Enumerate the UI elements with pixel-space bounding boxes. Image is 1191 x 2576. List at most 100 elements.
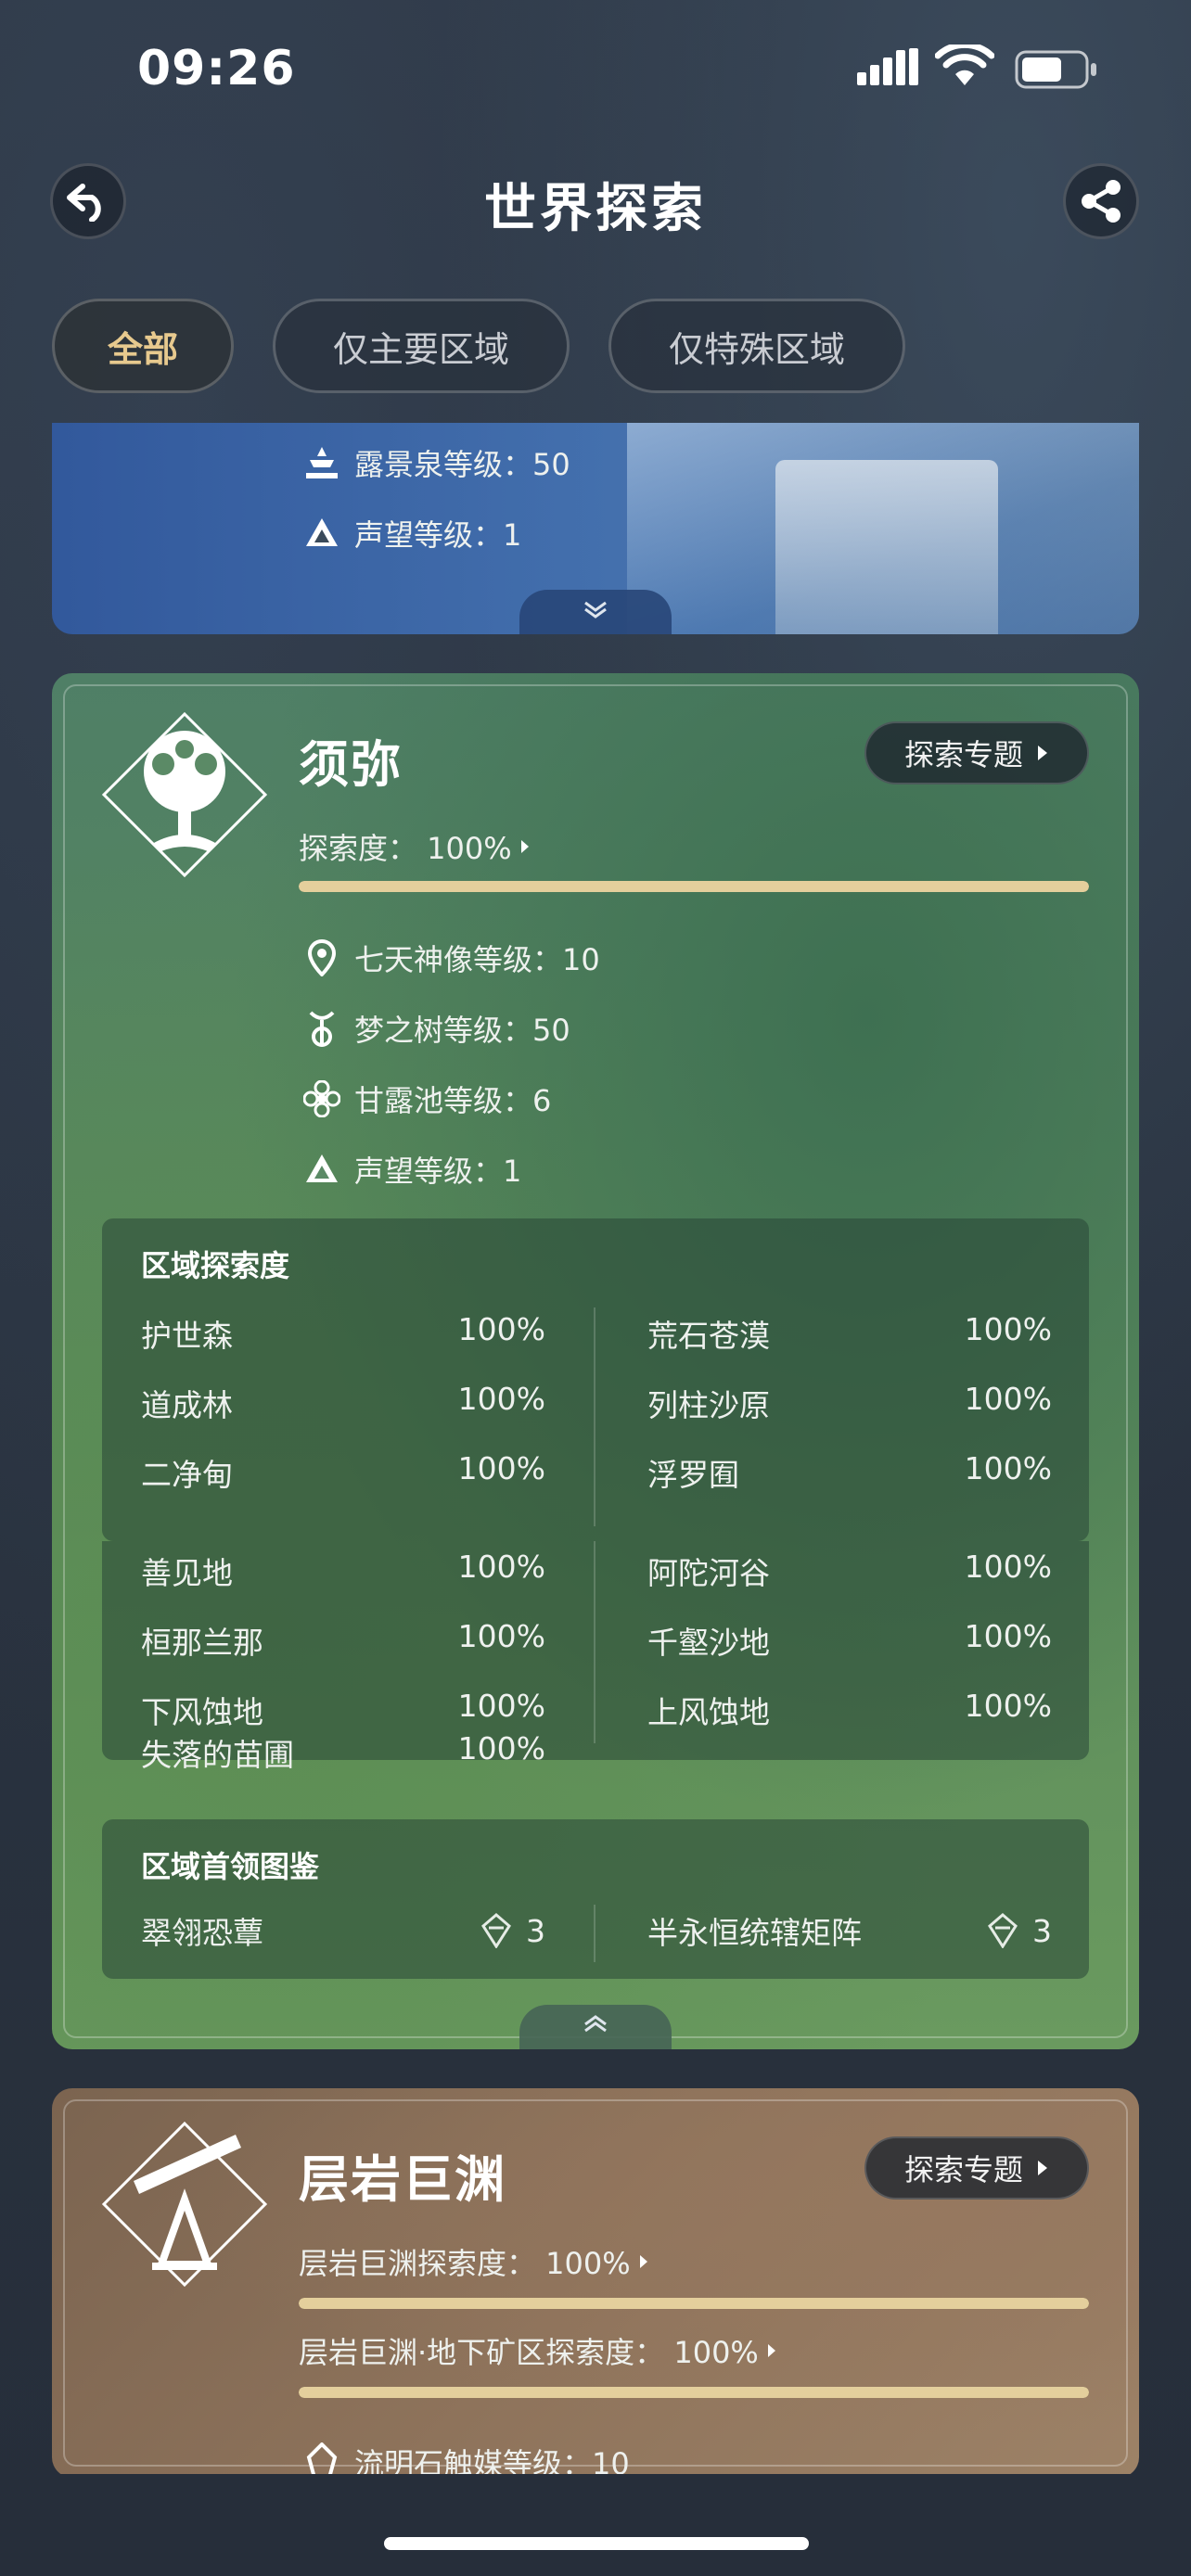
stat-row: 梦之树等级：50 xyxy=(302,1007,570,1050)
exploration-link[interactable]: 探索度： 100% xyxy=(299,825,531,868)
boss-row[interactable]: 半永恒统辖矩阵 3 xyxy=(647,1908,1052,1953)
area-percent: 100% xyxy=(457,1549,545,1585)
tree-of-dreams-icon xyxy=(302,1009,341,1048)
stat-row: 露景泉等级：50 xyxy=(302,441,570,484)
boss-name: 翠翎恐蕈 xyxy=(141,1915,263,1951)
stat-row: 流明石触媒等级：10 xyxy=(302,2441,630,2478)
area-row: 上风蚀地 100% xyxy=(647,1688,1052,1732)
area-name: 荒石苍漠 xyxy=(647,1318,770,1354)
area-name: 下风蚀地 xyxy=(141,1694,263,1730)
chevron-right-icon xyxy=(639,2255,647,2268)
area-percent: 100% xyxy=(457,1730,545,1766)
boss-trophy-icon xyxy=(988,1913,1018,1948)
underground-exploration-link[interactable]: 层岩巨渊·地下矿区探索度： 100% xyxy=(299,2329,777,2372)
boss-name: 半永恒统辖矩阵 xyxy=(647,1915,862,1951)
region-name: 须弥 xyxy=(299,735,403,794)
battery-icon xyxy=(1015,50,1096,89)
stat-label: 声望等级：1 xyxy=(354,517,522,553)
reputation-icon xyxy=(302,514,341,553)
stat-label: 露景泉等级：50 xyxy=(354,447,570,482)
area-row: 荒石苍漠 100% xyxy=(647,1311,1052,1356)
tab-main-regions[interactable]: 仅主要区域 xyxy=(273,299,570,393)
exploration-label: 层岩巨渊探索度： 100% xyxy=(299,2246,631,2281)
underground-progress-bar xyxy=(299,2387,1089,2398)
exploration-label: 层岩巨渊·地下矿区探索度： 100% xyxy=(299,2335,759,2370)
underground-progress-fill xyxy=(299,2387,1089,2398)
region-name: 层岩巨渊 xyxy=(299,2150,506,2209)
area-name: 列柱沙原 xyxy=(647,1387,770,1423)
stat-label: 甘露池等级：6 xyxy=(354,1083,552,1118)
exploration-progress-bar xyxy=(299,2298,1089,2309)
area-row: 桓那兰那 100% xyxy=(141,1618,545,1663)
area-name: 上风蚀地 xyxy=(647,1694,770,1730)
region-card-sumeru: 须弥 探索专题 探索度： 100% 七天神像等级：10 梦之树等级：50 甘露池… xyxy=(52,673,1139,2049)
area-row: 失落的苗圃 100% xyxy=(141,1730,545,1775)
area-exploration-panel-cont: 善见地 100% 桓那兰那 100% 下风蚀地 100% 阿陀河谷 100% 千壑沙地 1… xyxy=(102,1541,1089,1760)
area-percent: 100% xyxy=(964,1381,1052,1417)
area-row: 下风蚀地 100% xyxy=(141,1688,545,1732)
chevron-right-icon xyxy=(1038,746,1047,760)
exploration-progress-fill xyxy=(299,881,1089,892)
tab-all[interactable]: 全部 xyxy=(52,299,234,393)
status-time: 09:26 xyxy=(137,41,296,96)
region-card-previous: 露景泉等级：50 声望等级：1 xyxy=(52,423,1139,634)
stat-row: 声望等级：1 xyxy=(302,1148,521,1191)
chasm-emblem-icon xyxy=(101,2121,268,2288)
stat-label: 七天神像等级：10 xyxy=(354,942,600,977)
stat-label: 声望等级：1 xyxy=(354,1154,522,1189)
area-name: 桓那兰那 xyxy=(141,1625,263,1661)
topic-button-label: 探索专题 xyxy=(903,2152,1023,2187)
chevron-up-icon xyxy=(584,2015,607,2033)
stat-row: 声望等级：1 xyxy=(302,512,521,555)
area-name: 阿陀河谷 xyxy=(647,1555,770,1591)
area-percent: 100% xyxy=(964,1618,1052,1654)
exploration-progress-bar xyxy=(299,881,1089,892)
exploration-progress-fill xyxy=(299,2298,1089,2309)
bottom-safe-area xyxy=(0,2474,1191,2576)
region-card-chasm: 层岩巨渊 探索专题 层岩巨渊探索度： 100% 层岩巨渊·地下矿区探索度： 10… xyxy=(52,2088,1139,2478)
exploration-link[interactable]: 层岩巨渊探索度： 100% xyxy=(299,2240,649,2283)
area-name: 千壑沙地 xyxy=(647,1625,770,1661)
exploration-topic-button[interactable]: 探索专题 xyxy=(864,721,1089,784)
boss-panel: 区域首领图鉴 翠翎恐蕈 3 半永恒统辖矩阵 3 xyxy=(102,1819,1089,1979)
sumeru-emblem-icon xyxy=(101,711,268,878)
share-icon xyxy=(1082,180,1121,223)
boss-count: 3 xyxy=(526,1912,545,1949)
column-divider xyxy=(594,1307,596,1526)
area-name: 护世森 xyxy=(141,1318,233,1354)
area-percent: 100% xyxy=(457,1381,545,1417)
area-percent: 100% xyxy=(964,1450,1052,1486)
area-percent: 100% xyxy=(457,1688,545,1724)
stat-label: 梦之树等级：50 xyxy=(354,1013,570,1048)
fountain-icon xyxy=(302,443,341,482)
wifi-icon xyxy=(935,45,994,85)
area-exploration-panel: 区域探索度 护世森 100% 道成林 100% 二净甸 100% 荒石苍漠 100% 列… xyxy=(102,1218,1089,1541)
boss-row[interactable]: 翠翎恐蕈 3 xyxy=(141,1908,545,1953)
area-row: 善见地 100% xyxy=(141,1549,545,1593)
signal-icon xyxy=(857,48,918,85)
home-indicator[interactable] xyxy=(384,2537,809,2550)
area-row: 护世森 100% xyxy=(141,1311,545,1356)
exploration-topic-button[interactable]: 探索专题 xyxy=(864,2136,1089,2200)
area-row: 二净甸 100% xyxy=(141,1450,545,1495)
tab-special-regions[interactable]: 仅特殊区域 xyxy=(608,299,905,393)
boss-trophy-icon xyxy=(481,1913,511,1948)
share-button[interactable] xyxy=(1063,163,1139,239)
chevron-right-icon xyxy=(520,840,529,853)
area-name: 善见地 xyxy=(141,1555,233,1591)
statue-icon xyxy=(302,938,341,977)
region-background-building xyxy=(775,460,998,634)
area-row: 列柱沙原 100% xyxy=(647,1381,1052,1425)
page-title: 世界探索 xyxy=(484,179,707,239)
area-percent: 100% xyxy=(964,1549,1052,1585)
stat-row: 七天神像等级：10 xyxy=(302,937,600,979)
expand-button[interactable] xyxy=(519,590,672,634)
collapse-button[interactable] xyxy=(519,2005,672,2049)
reputation-icon xyxy=(302,1150,341,1189)
area-percent: 100% xyxy=(457,1311,545,1347)
area-percent: 100% xyxy=(457,1618,545,1654)
area-row: 阿陀河谷 100% xyxy=(647,1549,1052,1593)
lumenstone-icon xyxy=(302,2442,341,2478)
status-bar: 09:26 xyxy=(0,0,1191,139)
area-row: 千壑沙地 100% xyxy=(647,1618,1052,1663)
